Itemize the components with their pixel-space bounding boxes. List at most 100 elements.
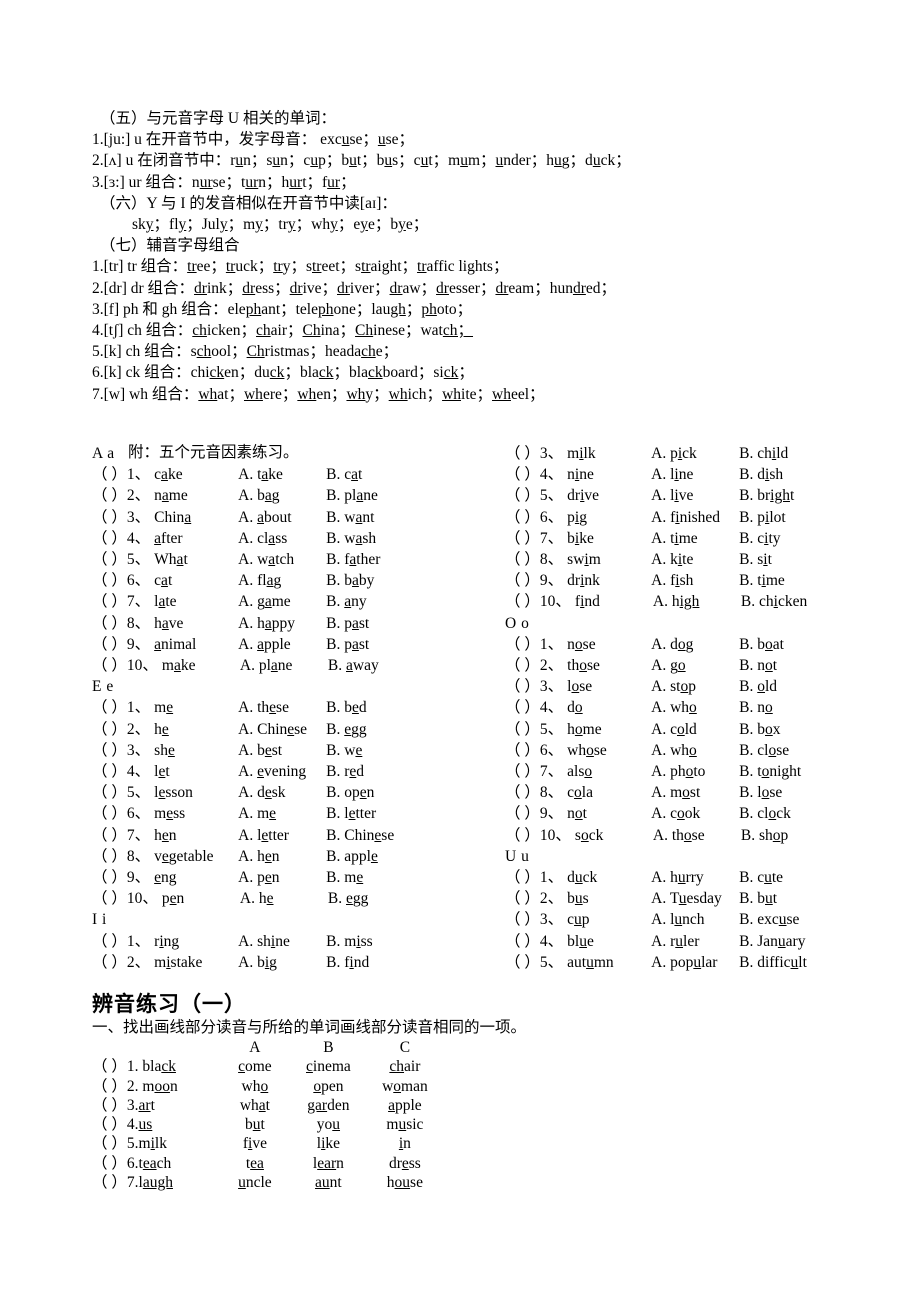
answer-blank[interactable]: （ ） — [92, 890, 127, 907]
option-b[interactable]: B. Chinese — [326, 825, 394, 846]
option-a[interactable]: tea — [219, 1154, 291, 1173]
option-b[interactable]: B. pilot — [739, 507, 786, 528]
option-a[interactable]: A. bag — [238, 485, 326, 506]
option-b[interactable]: B. box — [739, 719, 780, 740]
option-a[interactable]: A. he — [240, 888, 328, 909]
option-b[interactable]: B. bed — [326, 697, 366, 718]
option-b[interactable]: B. shop — [741, 825, 788, 846]
option-c[interactable]: woman — [366, 1077, 444, 1096]
answer-blank[interactable]: （ ） — [92, 763, 127, 780]
answer-blank[interactable]: （ ） — [92, 784, 127, 801]
option-c[interactable]: chair — [366, 1057, 444, 1076]
option-b[interactable]: B. miss — [326, 931, 373, 952]
option-a[interactable]: A. lunch — [651, 909, 739, 930]
option-b[interactable]: like — [291, 1134, 366, 1153]
option-a[interactable]: A. live — [651, 485, 739, 506]
answer-blank[interactable]: （ ） — [92, 869, 127, 886]
option-c[interactable]: house — [366, 1173, 444, 1192]
option-a[interactable]: A. watch — [238, 549, 326, 570]
answer-blank[interactable]: （ ） — [92, 657, 127, 674]
option-b[interactable]: B. open — [326, 782, 374, 803]
answer-blank[interactable]: （ ） — [92, 593, 127, 610]
answer-blank[interactable]: （ ） — [92, 615, 127, 632]
option-a[interactable]: A. who — [651, 697, 739, 718]
answer-blank[interactable]: （ ） — [92, 1173, 127, 1192]
option-a[interactable]: A. flag — [238, 570, 326, 591]
option-b[interactable]: B. we — [326, 740, 362, 761]
option-b[interactable]: B. time — [739, 570, 785, 591]
option-c[interactable]: music — [366, 1115, 444, 1134]
answer-blank[interactable]: （ ） — [92, 805, 127, 822]
option-a[interactable]: A. evening — [238, 761, 326, 782]
option-a[interactable]: who — [219, 1077, 291, 1096]
answer-blank[interactable]: （ ） — [505, 678, 540, 695]
option-a[interactable]: A. happy — [238, 613, 326, 634]
option-a[interactable]: A. hen — [238, 846, 326, 867]
option-b[interactable]: B. baby — [326, 570, 374, 591]
answer-blank[interactable]: （ ） — [505, 572, 540, 589]
option-a[interactable]: A. cold — [651, 719, 739, 740]
option-a[interactable]: A. popular — [651, 952, 739, 973]
option-b[interactable]: B. sit — [739, 549, 772, 570]
answer-blank[interactable]: （ ） — [505, 636, 540, 653]
answer-blank[interactable]: （ ） — [92, 551, 127, 568]
option-a[interactable]: A. plane — [240, 655, 328, 676]
answer-blank[interactable]: （ ） — [92, 721, 127, 738]
answer-blank[interactable]: （ ） — [505, 657, 540, 674]
answer-blank[interactable]: （ ） — [92, 1057, 127, 1076]
option-b[interactable]: B. close — [739, 740, 789, 761]
option-b[interactable]: B. no — [739, 697, 773, 718]
answer-blank[interactable]: （ ） — [92, 572, 127, 589]
answer-blank[interactable]: （ ） — [92, 699, 127, 716]
option-a[interactable]: A. line — [651, 464, 739, 485]
option-a[interactable]: come — [219, 1057, 291, 1076]
option-a[interactable]: what — [219, 1096, 291, 1115]
answer-blank[interactable]: （ ） — [505, 784, 540, 801]
answer-blank[interactable]: （ ） — [505, 869, 540, 886]
option-c[interactable]: dress — [366, 1154, 444, 1173]
option-b[interactable]: B. any — [326, 591, 366, 612]
option-b[interactable]: B. me — [326, 867, 363, 888]
option-a[interactable]: but — [219, 1115, 291, 1134]
answer-blank[interactable]: （ ） — [505, 890, 540, 907]
option-b[interactable]: B. lose — [739, 782, 782, 803]
option-b[interactable]: B. but — [739, 888, 777, 909]
option-a[interactable]: A. who — [651, 740, 739, 761]
option-b[interactable]: B. plane — [326, 485, 378, 506]
option-a[interactable]: uncle — [219, 1173, 291, 1192]
answer-blank[interactable]: （ ） — [505, 509, 540, 526]
option-b[interactable]: B. egg — [328, 888, 368, 909]
option-a[interactable]: A. photo — [651, 761, 739, 782]
option-c[interactable]: apple — [366, 1096, 444, 1115]
answer-blank[interactable]: （ ） — [92, 1077, 127, 1096]
answer-blank[interactable]: （ ） — [505, 551, 540, 568]
option-a[interactable]: A. kite — [651, 549, 739, 570]
answer-blank[interactable]: （ ） — [505, 466, 540, 483]
option-b[interactable]: B. old — [739, 676, 777, 697]
answer-blank[interactable]: （ ） — [505, 721, 540, 738]
answer-blank[interactable]: （ ） — [505, 742, 540, 759]
answer-blank[interactable]: （ ） — [92, 827, 127, 844]
option-a[interactable]: A. pick — [651, 443, 739, 464]
option-b[interactable]: learn — [291, 1154, 366, 1173]
answer-blank[interactable]: （ ） — [505, 933, 540, 950]
answer-blank[interactable]: （ ） — [505, 954, 540, 971]
option-b[interactable]: B. tonight — [739, 761, 801, 782]
option-a[interactable]: five — [219, 1134, 291, 1153]
option-b[interactable]: B. want — [326, 507, 374, 528]
option-b[interactable]: B. past — [326, 613, 369, 634]
option-b[interactable]: B. wash — [326, 528, 376, 549]
option-b[interactable]: B. chicken — [741, 591, 807, 612]
option-a[interactable]: A. Chinese — [238, 719, 326, 740]
option-a[interactable]: A. cook — [651, 803, 739, 824]
option-b[interactable]: B. letter — [326, 803, 376, 824]
option-a[interactable]: A. dog — [651, 634, 739, 655]
answer-blank[interactable]: （ ） — [92, 530, 127, 547]
answer-blank[interactable]: （ ） — [505, 805, 540, 822]
answer-blank[interactable]: （ ） — [92, 848, 127, 865]
option-a[interactable]: A. desk — [238, 782, 326, 803]
option-b[interactable]: B. bright — [739, 485, 794, 506]
answer-blank[interactable]: （ ） — [505, 530, 540, 547]
answer-blank[interactable]: （ ） — [92, 636, 127, 653]
option-a[interactable]: A. about — [238, 507, 326, 528]
